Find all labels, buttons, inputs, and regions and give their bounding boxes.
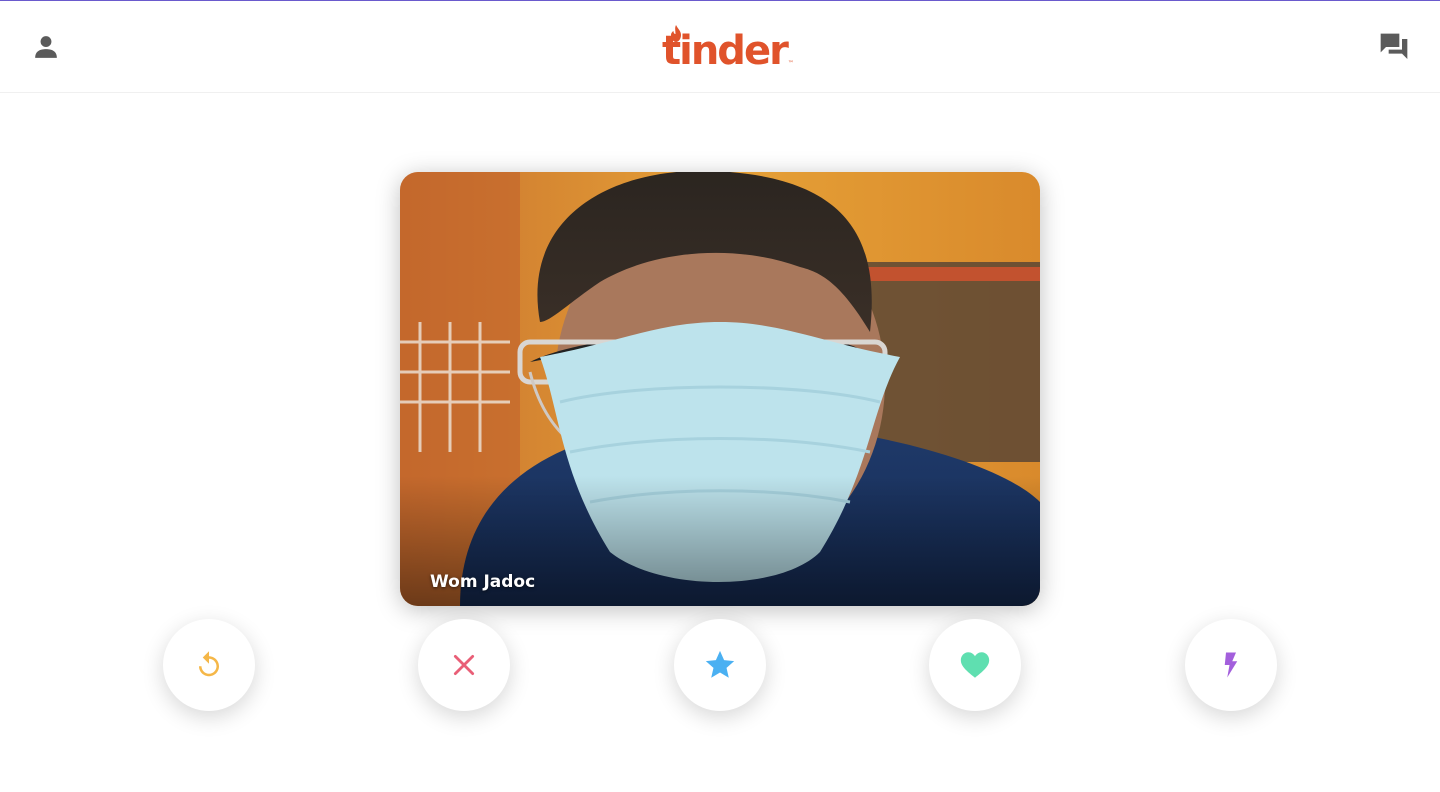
lightning-icon xyxy=(1224,652,1238,678)
person-icon xyxy=(35,36,57,58)
tinder-logo[interactable]: tinder ™ xyxy=(662,23,794,73)
star-icon xyxy=(705,650,735,678)
profile-name: Wom Jadoc xyxy=(430,572,536,592)
super-like-button[interactable] xyxy=(674,619,766,711)
profile-button[interactable] xyxy=(26,27,66,67)
rewind-icon xyxy=(199,651,219,677)
flame-icon xyxy=(671,25,681,42)
chat-bubbles-icon xyxy=(1380,33,1408,59)
profile-photo xyxy=(400,172,1040,606)
logo-trademark: ™ xyxy=(787,60,794,67)
heart-icon xyxy=(960,652,990,678)
rewind-button[interactable] xyxy=(163,619,255,711)
nope-button[interactable] xyxy=(418,619,510,711)
like-button[interactable] xyxy=(929,619,1021,711)
boost-button[interactable] xyxy=(1185,619,1277,711)
messages-button[interactable] xyxy=(1374,27,1414,67)
top-nav-bar: tinder ™ xyxy=(0,1,1440,93)
close-icon xyxy=(453,654,475,676)
profile-card[interactable]: Wom Jadoc xyxy=(400,172,1040,606)
